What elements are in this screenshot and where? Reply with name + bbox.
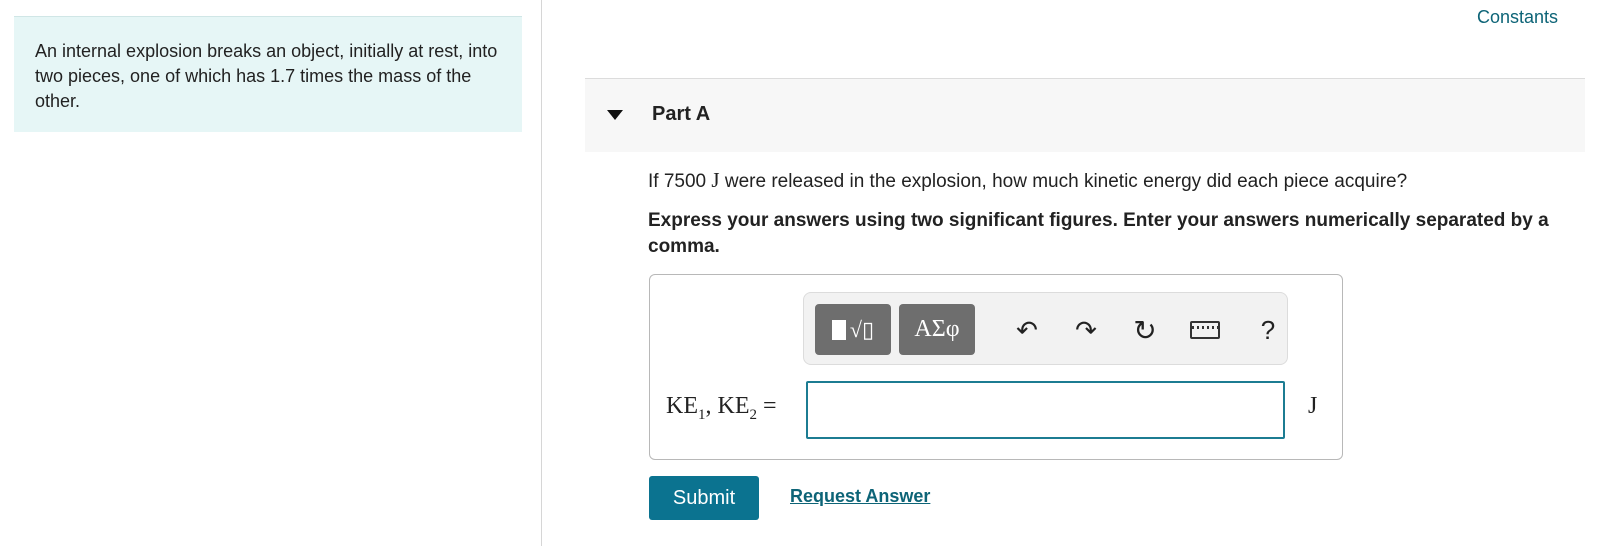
caret-down-icon[interactable]	[607, 110, 623, 120]
templates-icon[interactable]: √▯	[815, 304, 891, 355]
question-text: If 7500 J were released in the explosion…	[648, 168, 1408, 192]
reset-icon[interactable]: ↻	[1128, 315, 1162, 346]
greek-symbols-button[interactable]: ΑΣφ	[899, 304, 975, 355]
left-pane: An internal explosion breaks an object, …	[0, 0, 542, 546]
request-answer-link[interactable]: Request Answer	[790, 486, 930, 507]
instruction-text: Express your answers using two significa…	[648, 210, 1549, 257]
part-title: Part A	[652, 103, 711, 125]
answer-label: KE1, KE2 =	[666, 393, 777, 423]
question-unit: J	[711, 168, 720, 192]
problem-intro-text: An internal explosion breaks an object, …	[35, 41, 498, 111]
unit-label: J	[1308, 393, 1318, 419]
problem-intro: An internal explosion breaks an object, …	[14, 16, 522, 132]
keyboard-icon[interactable]	[1188, 315, 1222, 345]
redo-icon[interactable]: ↷	[1069, 315, 1103, 345]
undo-icon[interactable]: ↶	[1010, 315, 1044, 345]
part-a-header[interactable]: Part A	[585, 78, 1585, 152]
help-icon[interactable]: ?	[1251, 315, 1285, 345]
math-toolbar: √▯ ΑΣφ ↶ ↷ ↻ ?	[803, 292, 1288, 365]
constants-link[interactable]: Constants	[1477, 7, 1558, 28]
submit-button[interactable]: Submit	[649, 476, 759, 520]
answer-box: √▯ ΑΣφ ↶ ↷ ↻ ? KE1, KE2 = J	[649, 274, 1343, 460]
answer-input[interactable]	[806, 381, 1285, 439]
